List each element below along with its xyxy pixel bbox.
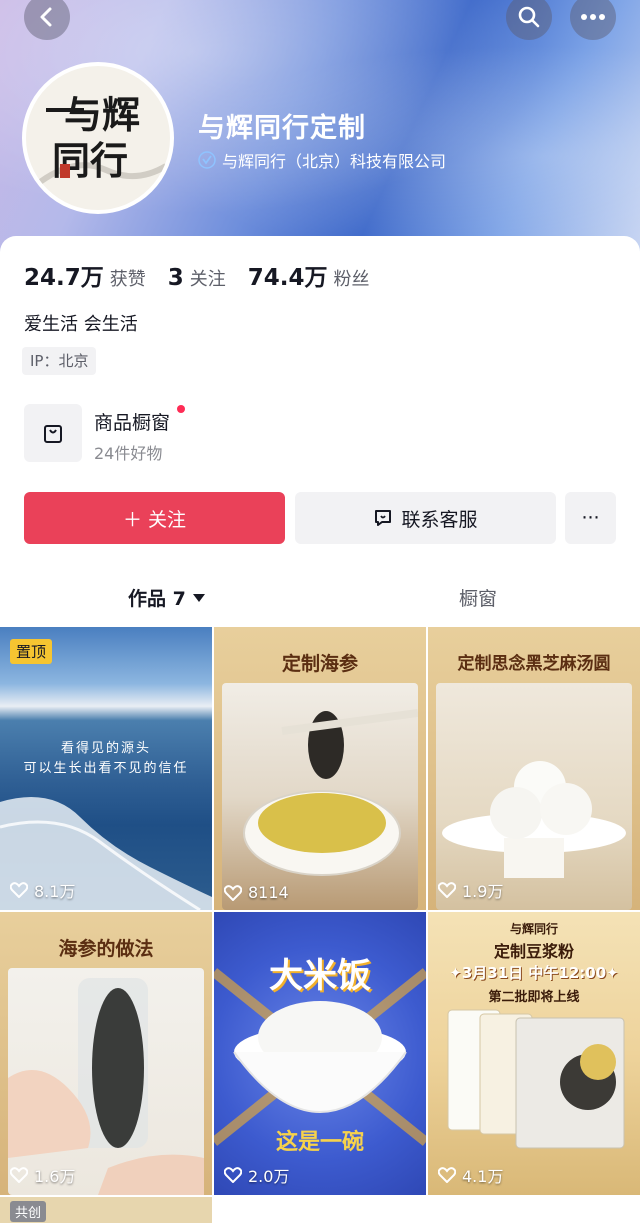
- shop-window-subtitle: 24件好物: [94, 444, 163, 463]
- tab-window[interactable]: 橱窗: [459, 584, 497, 611]
- following-count[interactable]: 3: [168, 265, 184, 291]
- video-tile[interactable]: 与辉同行 定制豆浆粉 ✦3月31日 中午12:00✦ 第二批即将上线 4.1万: [428, 912, 640, 1195]
- logo-seal: [60, 164, 70, 178]
- likes-count: 24.7万: [24, 265, 104, 291]
- profile-stats: 24.7万 获赞 3 关注 74.4万 粉丝: [24, 258, 392, 292]
- chat-bubble-icon: [375, 510, 392, 526]
- sea-cucumber-bowl-image: [222, 683, 418, 910]
- profile-tabs: 作品 7 橱窗: [0, 570, 640, 626]
- video-title: 定制思念黑芝麻汤圆: [457, 654, 611, 674]
- tab-works-label: 作品 7: [128, 588, 186, 610]
- contact-service-button[interactable]: 联系客服: [295, 492, 556, 544]
- video-likes-count: 8114: [248, 883, 289, 902]
- followers-label[interactable]: 粉丝: [334, 265, 370, 291]
- video-tile[interactable]: 大米饭 这是一碗 2.0万: [214, 912, 426, 1195]
- video-likes-count: 1.6万: [34, 1167, 76, 1186]
- co-create-badge: 共创: [10, 1201, 47, 1222]
- video-tile-partial[interactable]: 共创: [0, 1197, 212, 1223]
- verified-org-text: 与辉同行（北京）科技有限公司: [222, 152, 447, 171]
- video-likes: 4.1万: [438, 1163, 503, 1187]
- video-tile[interactable]: 置顶 看得见的源头 可以生长出看不见的信任 8.1万: [0, 627, 212, 910]
- soy-milk-packs-shape: [447, 1009, 625, 1149]
- video-likes-count: 2.0万: [248, 1167, 290, 1186]
- video-likes-count: 8.1万: [34, 882, 76, 901]
- video-likes: 8.1万: [10, 878, 75, 902]
- video-caption-line1: 看得见的源头: [60, 741, 151, 756]
- bowl-with-sea-cucumber-shape: [243, 709, 418, 876]
- video-likes: 8114: [224, 883, 289, 902]
- hand-holding-pack-shape: [8, 978, 204, 1195]
- video-likes: 1.9万: [438, 878, 503, 902]
- video-likes-count: 4.1万: [462, 1167, 504, 1186]
- pinned-badge: 置顶: [10, 639, 53, 664]
- chevron-left-icon: [40, 7, 52, 27]
- video-tile[interactable]: 海参的做法 1.6万: [0, 912, 212, 1195]
- tangyuan-on-plate-shape: [442, 761, 626, 878]
- contact-service-label: 联系客服: [401, 508, 478, 531]
- more-actions-button[interactable]: ···: [565, 492, 616, 544]
- ip-location-tag: IP：北京: [22, 347, 97, 375]
- video-tile[interactable]: 定制思念黑芝麻汤圆 1.9万: [428, 627, 640, 910]
- shop-window-title: 商品橱窗: [94, 412, 171, 434]
- video-title: 大米饭: [269, 956, 371, 996]
- tangyuan-plate-image: [436, 683, 632, 910]
- video-title: 定制海参: [281, 653, 358, 675]
- video-title: 海参的做法: [58, 938, 154, 960]
- avatar[interactable]: 与辉 同行: [22, 62, 174, 214]
- video-caption-line2: 可以生长出看不见的信任: [23, 761, 189, 776]
- notification-dot: [177, 405, 185, 413]
- video-likes-count: 1.9万: [462, 882, 504, 901]
- video-likes: 1.6万: [10, 1163, 75, 1187]
- video-likes: 2.0万: [224, 1163, 289, 1187]
- following-label[interactable]: 关注: [190, 265, 226, 291]
- shop-window-icon-box: [24, 404, 82, 462]
- followers-count[interactable]: 74.4万: [248, 258, 328, 292]
- heart-icon: [10, 1167, 28, 1183]
- verified-org[interactable]: 与辉同行（北京）科技有限公司: [198, 148, 446, 172]
- follow-button[interactable]: ＋ 关注: [24, 492, 285, 544]
- sea-cucumber-pack-image: [8, 968, 204, 1195]
- video-tile[interactable]: 定制海参 8114: [214, 627, 426, 910]
- shop-window-entry[interactable]: 商品橱窗 24件好物: [24, 404, 324, 464]
- search-icon: [518, 6, 540, 28]
- video-subtitle: 这是一碗: [275, 1130, 364, 1155]
- profile-bio: 爱生活 会生活: [24, 314, 138, 335]
- heart-icon: [224, 1167, 242, 1183]
- heart-icon: [438, 882, 456, 898]
- more-horizontal-icon: [581, 14, 605, 20]
- likes-label: 获赞: [109, 269, 146, 290]
- caret-down-icon: [192, 593, 205, 602]
- heart-icon: [438, 1167, 456, 1183]
- tab-works[interactable]: 作品 7: [128, 584, 206, 611]
- heart-icon: [10, 882, 28, 898]
- shopping-bag-icon: [44, 425, 62, 443]
- verified-badge-icon: [198, 151, 216, 169]
- profile-name: 与辉同行定制: [198, 113, 366, 144]
- heart-icon: [224, 884, 242, 901]
